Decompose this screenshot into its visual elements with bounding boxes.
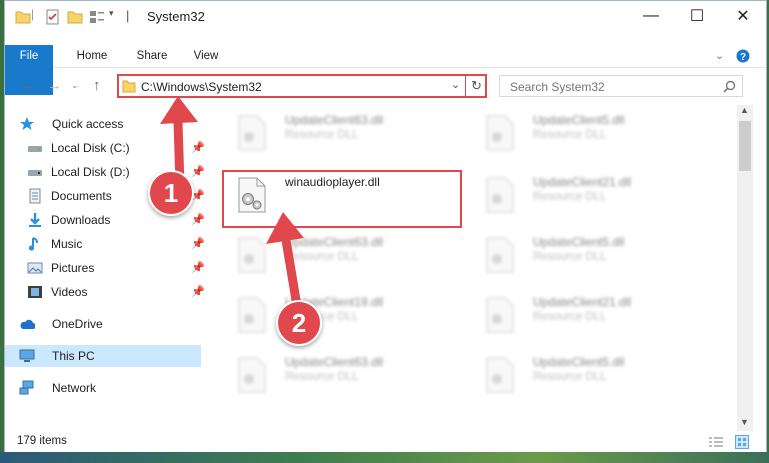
step-1-badge: 1 [148, 170, 194, 216]
annotation-arrows [160, 96, 304, 317]
arrow-2-head [266, 212, 304, 244]
arrow-1-head [160, 96, 198, 124]
step-2-badge: 2 [276, 300, 322, 346]
